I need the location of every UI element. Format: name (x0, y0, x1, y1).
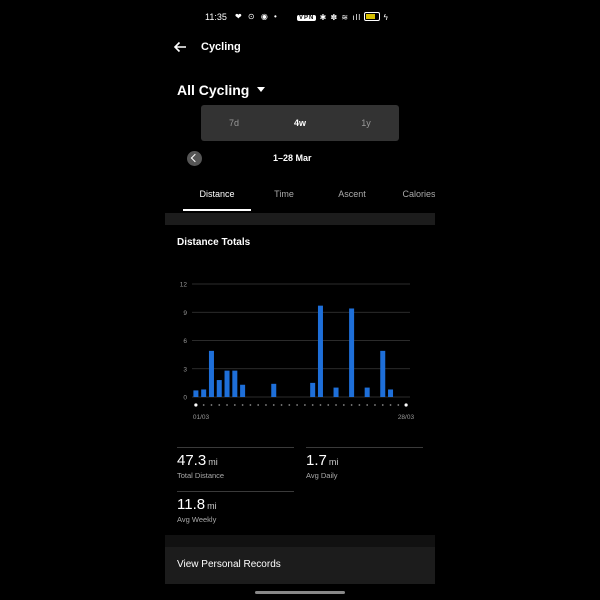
chart-bar (317, 305, 323, 397)
x-tick-dot (389, 404, 392, 406)
metric-tabs: Distance Time Ascent Calories (165, 186, 435, 212)
x-tick-dot (249, 404, 252, 406)
home-indicator (255, 591, 345, 594)
stat-avg-weekly: 11.8 mi Avg Weekly (177, 496, 217, 524)
chart-bar (193, 390, 199, 397)
activity-filter-label: All Cycling (177, 82, 250, 98)
chart-bar (380, 350, 386, 397)
x-tick-dot (233, 404, 236, 406)
avg-daily-unit: mi (328, 457, 339, 467)
x-tick-dot (311, 404, 314, 406)
x-tick-dot (374, 404, 376, 406)
app-screen: 11:35 ❤ ⊙ ◉ • VPN ✱ ✽ ≋ ıll ϟ Cycling Al… (165, 0, 435, 600)
chart-bar (201, 389, 207, 397)
chart-bar (224, 370, 230, 397)
connectivity-icons: ✱ ✽ ≋ ıll (319, 13, 362, 22)
range-option-7d[interactable]: 7d (201, 105, 267, 141)
tab-ascent[interactable]: Ascent (321, 186, 383, 212)
x-tick-dot (280, 404, 283, 406)
x-tick-dot (366, 404, 369, 406)
x-tick-dot (241, 404, 244, 406)
x-start-marker (194, 403, 198, 407)
stat-divider (177, 447, 294, 448)
total-distance-unit: mi (208, 457, 218, 467)
activity-filter-dropdown[interactable]: All Cycling (177, 82, 266, 98)
x-tick-dot (303, 404, 306, 406)
chart-bar (364, 387, 370, 397)
x-tick-dot (272, 404, 275, 406)
chart-bar (240, 384, 246, 397)
x-end-label: 28/03 (398, 414, 415, 421)
status-time: 11:35 (205, 12, 227, 22)
chart-bar (216, 380, 222, 397)
system-icons: VPN ✱ ✽ ≋ ıll ϟ (297, 12, 389, 22)
status-bar: 11:35 ❤ ⊙ ◉ • VPN ✱ ✽ ≋ ıll ϟ (165, 10, 435, 26)
stat-total-distance: 47.3 mi Total Distance (177, 452, 224, 480)
x-start-label: 01/03 (193, 414, 210, 421)
x-tick-dot (288, 404, 291, 406)
x-tick-dot (342, 404, 345, 406)
y-tick-label: 3 (183, 366, 187, 373)
avg-daily-value: 1.7 (306, 452, 327, 469)
chart-bar (349, 308, 355, 397)
stat-divider (177, 491, 294, 492)
x-tick-dot (296, 404, 299, 406)
range-option-4w[interactable]: 4w (267, 105, 333, 141)
y-tick-label: 12 (180, 282, 188, 289)
caret-down-icon (257, 87, 266, 92)
notification-icons: ❤ ⊙ ◉ • (235, 12, 279, 21)
avg-weekly-value: 11.8 (177, 496, 206, 513)
avg-weekly-label: Avg Weekly (177, 515, 217, 524)
time-range-selector: 7d 4w 1y (201, 105, 399, 141)
chart-bar (310, 382, 316, 397)
avg-daily-label: Avg Daily (306, 471, 338, 480)
back-arrow-icon[interactable] (171, 38, 189, 56)
stat-divider (306, 447, 423, 448)
y-tick-label: 0 (183, 395, 187, 402)
date-navigator: 1–28 Mar (165, 150, 435, 168)
chart-section-title: Distance Totals (177, 237, 251, 248)
x-tick-dot (257, 404, 260, 406)
avg-weekly-unit: mi (207, 501, 217, 511)
chart-bar (208, 350, 214, 397)
x-tick-dot (397, 404, 400, 406)
chart-bar (388, 389, 394, 397)
x-tick-dot (265, 404, 267, 406)
range-option-1y[interactable]: 1y (333, 105, 399, 141)
x-tick-dot (210, 404, 213, 406)
previous-period-icon[interactable] (187, 151, 202, 166)
stat-avg-daily: 1.7 mi Avg Daily (306, 452, 338, 480)
x-tick-dot (218, 404, 221, 406)
x-tick-dot (202, 404, 205, 406)
x-tick-dot (358, 404, 361, 406)
x-tick-dot (327, 404, 330, 406)
chart-bar (333, 387, 339, 397)
tab-calories[interactable]: Calories (389, 186, 435, 212)
vpn-icon: VPN (297, 15, 317, 21)
page-title: Cycling (201, 41, 241, 53)
x-tick-dot (319, 404, 322, 406)
chart-bar (232, 370, 238, 397)
total-distance-value: 47.3 (177, 452, 207, 469)
chart-bar (271, 383, 277, 397)
y-tick-label: 9 (183, 310, 187, 317)
distance-bar-chart: 12 9 6 3 0 01/03 28/03 (180, 282, 415, 422)
x-tick-dot (226, 404, 228, 406)
battery-icon (364, 12, 381, 21)
total-distance-label: Total Distance (177, 471, 225, 480)
charging-icon: ϟ (383, 13, 389, 22)
x-tick-dot (335, 404, 337, 406)
x-tick-dot (381, 404, 384, 406)
view-personal-records-label: View Personal Records (177, 559, 281, 570)
top-app-bar: Cycling (165, 38, 435, 58)
x-end-marker (404, 403, 408, 407)
x-tick-dot (350, 404, 353, 406)
date-range-label: 1–28 Mar (273, 153, 312, 163)
section-divider (165, 535, 435, 547)
tab-time[interactable]: Time (253, 186, 315, 212)
section-divider (165, 213, 435, 225)
active-tab-indicator (183, 209, 251, 211)
y-tick-label: 6 (183, 338, 187, 345)
view-personal-records-button[interactable]: View Personal Records (165, 547, 435, 584)
